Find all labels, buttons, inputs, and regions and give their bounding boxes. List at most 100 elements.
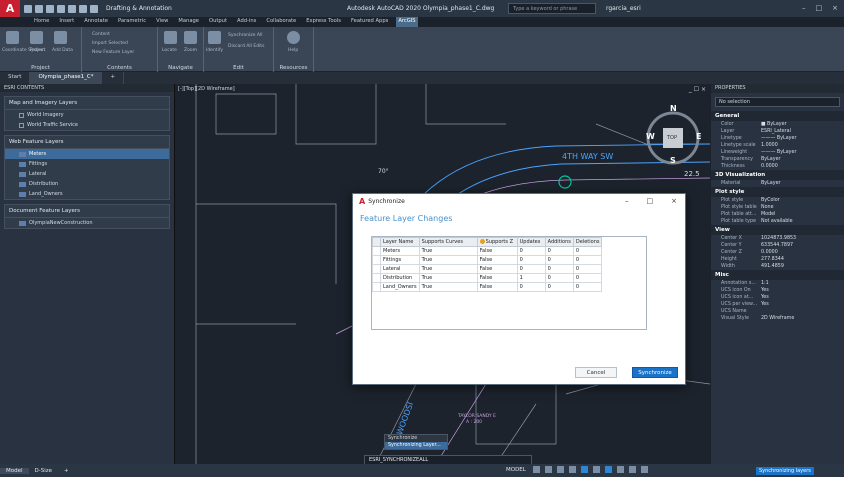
- property-row[interactable]: UCS per view... Yes: [711, 301, 844, 308]
- selected-fitting[interactable]: [558, 175, 572, 189]
- otrack-icon[interactable]: [593, 466, 600, 473]
- layer-item[interactable]: World Traffic Service: [5, 120, 169, 130]
- property-value[interactable]: Yes: [761, 295, 769, 300]
- group-title[interactable]: Map and Imagery Layers: [5, 97, 169, 110]
- property-value[interactable]: Model: [761, 212, 775, 217]
- property-value[interactable]: ByLayer: [761, 181, 781, 186]
- table-row[interactable]: Fittings True False 0 0 0: [372, 255, 603, 265]
- close-button[interactable]: ×: [832, 4, 838, 12]
- autocomplete-item[interactable]: Synchronizing Layer...: [385, 442, 447, 449]
- cancel-button[interactable]: Cancel: [575, 367, 617, 378]
- ribbon-tab-parametric[interactable]: Parametric: [116, 17, 148, 27]
- property-row[interactable]: Width 491.4859: [711, 263, 844, 270]
- layer-item[interactable]: Distribution: [5, 179, 169, 189]
- autocomplete-item[interactable]: Synchronize: [385, 435, 447, 442]
- property-value[interactable]: 1.0000: [761, 143, 778, 148]
- add-layout-button[interactable]: +: [58, 468, 75, 474]
- column-header-additions[interactable]: Additions: [544, 237, 574, 247]
- ribbon-tab-featured-apps[interactable]: Featured Apps: [349, 17, 390, 27]
- column-header-supports-z[interactable]: Supports Z: [476, 237, 518, 247]
- grid-icon[interactable]: [533, 466, 540, 473]
- column-header-supports-curves[interactable]: Supports Curves: [418, 237, 478, 247]
- ortho-icon[interactable]: [557, 466, 564, 473]
- ribbon-tab-insert[interactable]: Insert: [57, 17, 76, 27]
- new-tab-button[interactable]: +: [102, 72, 125, 84]
- ribbon-tab-view[interactable]: View: [154, 17, 170, 27]
- layer-checkbox-icon[interactable]: [19, 112, 24, 118]
- print-icon[interactable]: [68, 4, 76, 13]
- property-value[interactable]: 633544.7897: [761, 243, 793, 248]
- property-value[interactable]: ByColor: [761, 198, 780, 203]
- property-value[interactable]: ——— ByLayer: [761, 150, 796, 155]
- property-value[interactable]: 1:1: [761, 281, 769, 286]
- minimize-button[interactable]: –: [802, 4, 806, 12]
- property-row[interactable]: Linetype scale 1.0000: [711, 142, 844, 149]
- viewport-controls[interactable]: _ ☐ ×: [689, 86, 706, 93]
- property-row[interactable]: Annotation s... 1:1: [711, 280, 844, 287]
- property-row[interactable]: Linetype ——— ByLayer: [711, 135, 844, 142]
- layer-item[interactable]: OlympiaNewConstruction: [5, 218, 169, 228]
- workspace-switcher[interactable]: Drafting & Annotation: [106, 5, 172, 12]
- open-icon[interactable]: [35, 4, 43, 13]
- coordinate-system-icon[interactable]: [6, 31, 19, 44]
- polar-icon[interactable]: [569, 466, 576, 473]
- layer-checkbox-icon[interactable]: [19, 122, 24, 128]
- content-label[interactable]: Content: [92, 32, 110, 37]
- property-value[interactable]: 0.0000: [761, 164, 778, 169]
- property-row[interactable]: Lineweight ——— ByLayer: [711, 149, 844, 156]
- property-value[interactable]: ByLayer: [761, 157, 781, 162]
- project-icon[interactable]: [30, 31, 43, 44]
- ribbon-tab-collaborate[interactable]: Collaborate: [264, 17, 298, 27]
- property-row[interactable]: Plot style table None: [711, 204, 844, 211]
- zoom-icon[interactable]: [184, 31, 197, 44]
- property-value[interactable]: ESRI_Lateral: [761, 129, 791, 134]
- lineweight-icon[interactable]: [605, 466, 612, 473]
- table-row[interactable]: Meters True False 0 0 0: [372, 246, 603, 256]
- table-row[interactable]: Lateral True False 0 0 0: [372, 264, 603, 274]
- row-selector[interactable]: [372, 255, 381, 265]
- redo-icon[interactable]: [90, 4, 98, 13]
- property-value[interactable]: None: [761, 205, 774, 210]
- property-section-title[interactable]: 3D Visualization: [711, 170, 844, 180]
- property-row[interactable]: Plot table type Not available: [711, 218, 844, 225]
- layer-item[interactable]: World Imagery: [5, 110, 169, 120]
- viewcube-top[interactable]: TOP: [667, 135, 677, 141]
- annotation-icon[interactable]: [629, 466, 636, 473]
- locate-icon[interactable]: [164, 31, 177, 44]
- help-icon[interactable]: [287, 31, 300, 44]
- group-title[interactable]: Document Feature Layers: [5, 205, 169, 218]
- property-value[interactable]: Not available: [761, 219, 793, 224]
- add-data-icon[interactable]: [54, 31, 67, 44]
- row-selector[interactable]: [372, 264, 381, 274]
- new-icon[interactable]: [24, 4, 32, 13]
- property-value[interactable]: ——— ByLayer: [761, 136, 796, 141]
- ribbon-tab-annotate[interactable]: Annotate: [82, 17, 110, 27]
- property-value[interactable]: Yes: [761, 288, 769, 293]
- property-value[interactable]: Yes: [761, 302, 769, 307]
- tab-model[interactable]: Model: [0, 467, 29, 474]
- table-row[interactable]: Distribution True False 1 0 0: [372, 273, 603, 283]
- undo-icon[interactable]: [79, 4, 87, 13]
- column-header-deletions[interactable]: Deletions: [572, 237, 603, 247]
- tab-drawing[interactable]: Olympia_phase1_C*: [30, 72, 103, 84]
- property-value[interactable]: ■ ByLayer: [761, 122, 787, 127]
- property-value[interactable]: 277.8344: [761, 257, 784, 262]
- property-row[interactable]: Visual Style 2D Wireframe: [711, 315, 844, 322]
- property-row[interactable]: Plot table att... Model: [711, 211, 844, 218]
- column-header-layer-name[interactable]: Layer Name: [380, 237, 420, 247]
- layer-item[interactable]: Meters: [5, 149, 169, 159]
- ribbon-tab-add-ins[interactable]: Add-ins: [235, 17, 258, 27]
- saveas-icon[interactable]: [57, 4, 65, 13]
- property-row[interactable]: Height 277.8344: [711, 256, 844, 263]
- dialog-maximize-button[interactable]: □: [647, 197, 654, 205]
- search-input[interactable]: Type a keyword or phrase: [508, 3, 596, 14]
- property-row[interactable]: UCS icon at... Yes: [711, 294, 844, 301]
- row-selector[interactable]: [372, 246, 381, 256]
- app-logo[interactable]: A: [0, 0, 20, 17]
- layer-item[interactable]: Lateral: [5, 169, 169, 179]
- property-section-title[interactable]: Plot style: [711, 187, 844, 197]
- user-account[interactable]: rgarcia_esri: [606, 5, 641, 12]
- property-row[interactable]: Transparency ByLayer: [711, 156, 844, 163]
- synchronize-button[interactable]: Synchronize: [632, 367, 678, 378]
- property-row[interactable]: UCS Name: [711, 308, 844, 315]
